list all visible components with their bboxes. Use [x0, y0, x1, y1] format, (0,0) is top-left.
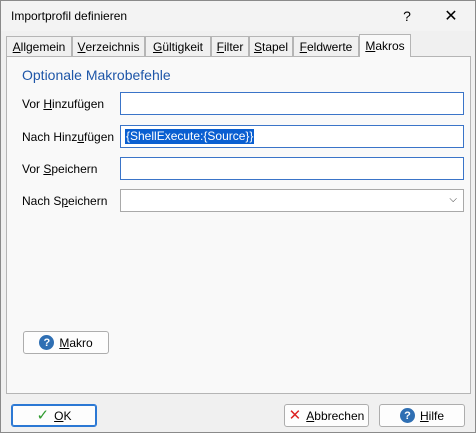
tab-label: akros — [375, 39, 405, 53]
tab-label-mnemonic: F — [216, 39, 224, 54]
label-mnemonic: H — [43, 97, 53, 111]
abbrechen-button[interactable]: ✕ Abbrechen — [284, 404, 369, 427]
label-text: peichern — [51, 162, 98, 176]
vor-speichern-label: Vor Speichern — [22, 162, 97, 176]
makro-button[interactable]: ? Makro — [23, 331, 109, 354]
label-text: Vor — [22, 97, 44, 111]
tab-label-mnemonic: A — [12, 39, 21, 54]
label-text: Nach Hinz — [22, 130, 78, 144]
hilfe-button[interactable]: ? Hilfe — [379, 404, 465, 427]
vor-hinzufuegen-field[interactable] — [120, 92, 464, 115]
tab-makros[interactable]: Makros — [359, 34, 411, 57]
help-icon: ? — [39, 335, 55, 350]
button-label: Hilfe — [419, 408, 444, 423]
nach-hinzufuegen-field[interactable]: {ShellExecute:{Source}} — [120, 125, 464, 148]
tab-filter[interactable]: Filter — [211, 36, 249, 56]
tab-label-mnemonic: F — [299, 39, 307, 54]
tab-label: tapel — [261, 39, 289, 54]
label-text: inzufügen — [52, 97, 105, 111]
label-text: Vor — [22, 162, 44, 176]
tab-label: erzeichnis — [85, 39, 140, 54]
tab-feldwerte[interactable]: Feldwerte — [293, 36, 359, 56]
vor-hinzufuegen-label: Vor Hinzufügen — [22, 97, 104, 111]
ok-button[interactable]: ✓ OK — [11, 404, 97, 427]
chevron-down-icon[interactable]: ⌵ — [449, 194, 457, 205]
tab-allgemein[interactable]: Allgemein — [6, 36, 72, 56]
button-label: OK — [54, 408, 72, 423]
vor-speichern-field[interactable] — [120, 157, 464, 180]
nach-hinzufuegen-label: Nach Hinzufügen — [22, 130, 114, 144]
tab-label-mnemonic: S — [253, 39, 262, 54]
title-bar: Importprofil definieren ? ✕ — [1, 1, 475, 31]
tab-label-mnemonic: G — [152, 39, 163, 54]
tab-stapel[interactable]: Stapel — [249, 36, 293, 56]
help-icon: ? — [399, 408, 415, 423]
tab-label: llgemein — [20, 39, 66, 54]
button-label: Makro — [59, 335, 93, 350]
label-text: Nach S — [22, 194, 62, 208]
tab-label: ilter — [224, 39, 244, 54]
tab-gueltigkeit[interactable]: Gültigkeit — [145, 36, 211, 56]
help-icon[interactable]: ? — [387, 1, 427, 31]
tab-verzeichnis[interactable]: Verzeichnis — [72, 36, 145, 56]
nach-speichern-dropdown[interactable]: ⌵ — [120, 189, 464, 212]
check-icon: ✓ — [36, 407, 50, 424]
dialog-window: Importprofil definieren ? ✕ Allgemein Ve… — [0, 0, 476, 433]
window-title: Importprofil definieren — [11, 9, 128, 23]
tab-label-mnemonic: M — [365, 39, 376, 53]
section-title: Optionale Makrobefehle — [22, 67, 171, 83]
label-text: fügen — [84, 130, 115, 144]
button-label: Abbrechen — [306, 408, 365, 423]
tab-label: ültigkeit — [162, 39, 204, 54]
nach-speichern-label: Nach Speichern — [22, 194, 107, 208]
tab-label-mnemonic: V — [77, 39, 86, 54]
cancel-icon: ✕ — [288, 407, 302, 424]
selected-text: {ShellExecute:{Source}} — [125, 129, 255, 144]
close-icon[interactable]: ✕ — [431, 1, 471, 31]
tab-label: eldwerte — [306, 39, 353, 54]
label-text: eichern — [68, 194, 108, 208]
